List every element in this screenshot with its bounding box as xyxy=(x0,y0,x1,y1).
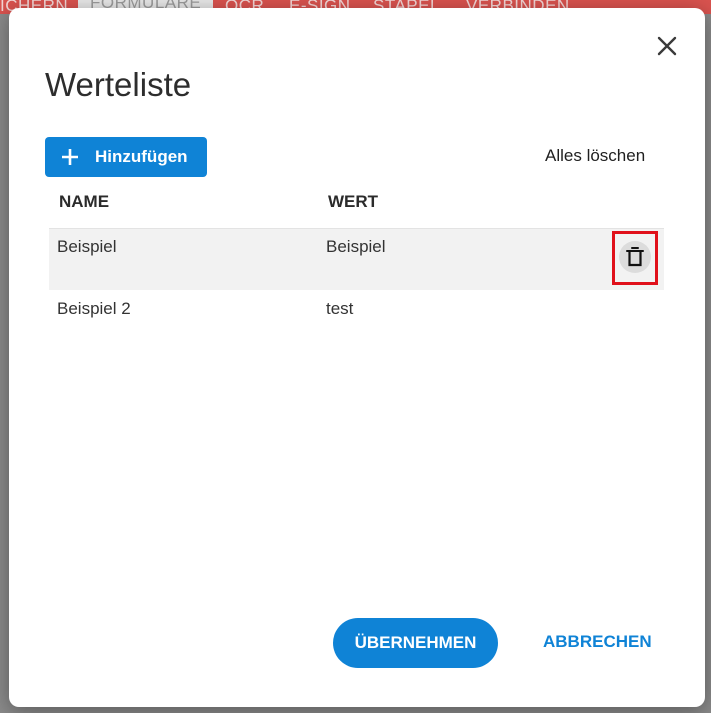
werteliste-dialog: Werteliste Hinzufügen Alles löschen NAME… xyxy=(9,8,705,707)
row-name: Beispiel xyxy=(57,237,117,256)
delete-highlight xyxy=(612,231,658,285)
column-header-name: NAME xyxy=(59,192,110,211)
dialog-title: Werteliste xyxy=(45,66,192,103)
row-value: Beispiel xyxy=(326,237,386,256)
row-name: Beispiel 2 xyxy=(57,299,131,318)
table-row[interactable]: Beispiel 2 test xyxy=(49,291,664,353)
plus-icon xyxy=(62,149,78,165)
apply-button[interactable]: ÜBERNEHMEN xyxy=(333,618,498,668)
column-header-wert: WERT xyxy=(328,192,379,211)
delete-row-button[interactable] xyxy=(619,241,651,273)
add-button-label: Hinzufügen xyxy=(95,147,188,166)
row-value: test xyxy=(326,299,354,318)
table-row[interactable]: Beispiel Beispiel xyxy=(49,228,664,290)
clear-all-button[interactable]: Alles löschen xyxy=(545,146,645,166)
add-button[interactable]: Hinzufügen xyxy=(45,137,207,177)
trash-icon xyxy=(626,247,644,267)
cancel-button[interactable]: ABBRECHEN xyxy=(543,632,652,652)
close-icon[interactable] xyxy=(653,32,681,60)
